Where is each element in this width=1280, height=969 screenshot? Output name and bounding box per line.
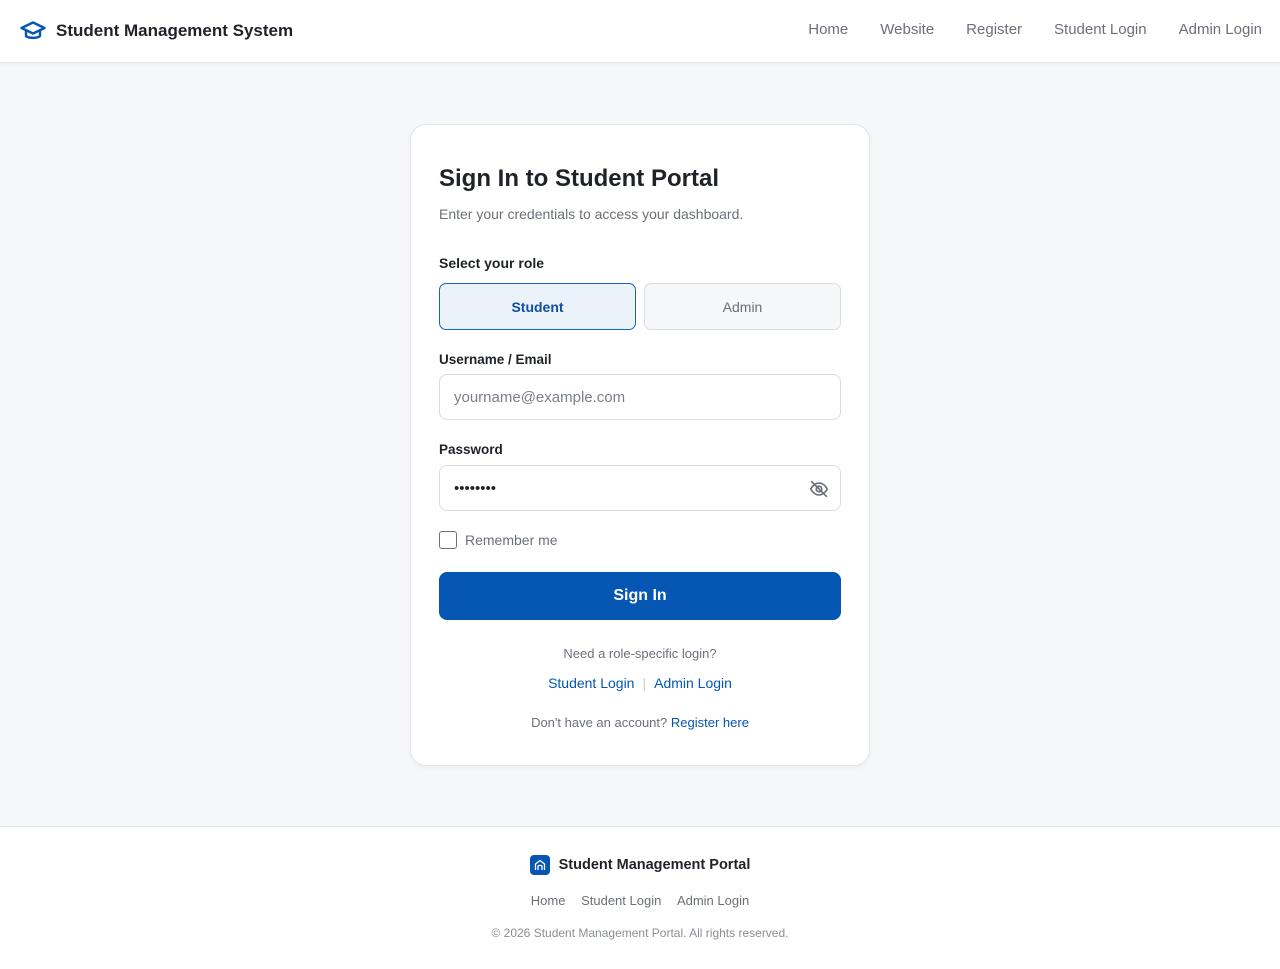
graduation-cap-icon xyxy=(20,18,46,44)
nav-admin-login[interactable]: Admin Login xyxy=(1179,21,1262,38)
nav-home[interactable]: Home xyxy=(808,21,848,38)
copyright: © 2026 Student Management Portal. All ri… xyxy=(491,926,789,940)
nav-student-login[interactable]: Student Login xyxy=(1054,21,1147,38)
password-field-wrapper xyxy=(439,465,841,511)
nav-register[interactable]: Register xyxy=(966,21,1022,38)
footer-link-home[interactable]: Home xyxy=(531,893,566,908)
role-student-button[interactable]: Student xyxy=(439,283,636,330)
role-admin-button[interactable]: Admin xyxy=(644,283,841,330)
footer-link-student-login[interactable]: Student Login xyxy=(581,893,661,908)
footer-links: Home Student Login Admin Login xyxy=(0,893,1280,908)
role-login-links: Student Login | Admin Login xyxy=(411,675,869,691)
password-label: Password xyxy=(439,442,503,457)
register-link[interactable]: Register here xyxy=(671,715,749,730)
remember-me: Remember me xyxy=(439,531,558,549)
sign-in-button[interactable]: Sign In xyxy=(439,572,841,620)
brand[interactable]: Student Management System xyxy=(20,18,293,44)
admin-login-link[interactable]: Admin Login xyxy=(654,675,732,691)
no-account-text: Don't have an account? xyxy=(531,715,668,730)
role-label: Select your role xyxy=(439,255,545,271)
role-login-prompt: Need a role-specific login? xyxy=(563,646,717,661)
username-input[interactable] xyxy=(440,375,840,419)
username-label: Username / Email xyxy=(439,352,552,367)
top-navbar: Student Management System Home Website R… xyxy=(0,0,1280,63)
site-title: Student Management System xyxy=(56,21,294,40)
nav-website[interactable]: Website xyxy=(880,21,934,38)
login-title: Sign In to Student Portal xyxy=(439,165,719,192)
footer-brand: Student Management Portal xyxy=(0,855,1280,875)
student-login-link[interactable]: Student Login xyxy=(548,675,634,691)
username-field-wrapper xyxy=(439,374,841,420)
register-prompt: Don't have an account? Register here xyxy=(411,715,869,730)
eye-off-icon[interactable] xyxy=(808,478,830,500)
footer-link-admin-login[interactable]: Admin Login xyxy=(677,893,749,908)
remember-checkbox[interactable] xyxy=(439,531,457,549)
footer: Student Management Portal Home Student L… xyxy=(0,826,1280,969)
login-subtitle: Enter your credentials to access your da… xyxy=(439,206,744,222)
link-separator: | xyxy=(642,675,647,691)
footer-title: Student Management Portal xyxy=(558,857,751,873)
main-nav: Home Website Register Student Login Admi… xyxy=(776,21,1262,38)
remember-label: Remember me xyxy=(465,532,558,548)
school-icon xyxy=(529,855,550,875)
password-input[interactable] xyxy=(440,466,840,510)
login-card: Sign In to Student Portal Enter your cre… xyxy=(410,124,870,766)
